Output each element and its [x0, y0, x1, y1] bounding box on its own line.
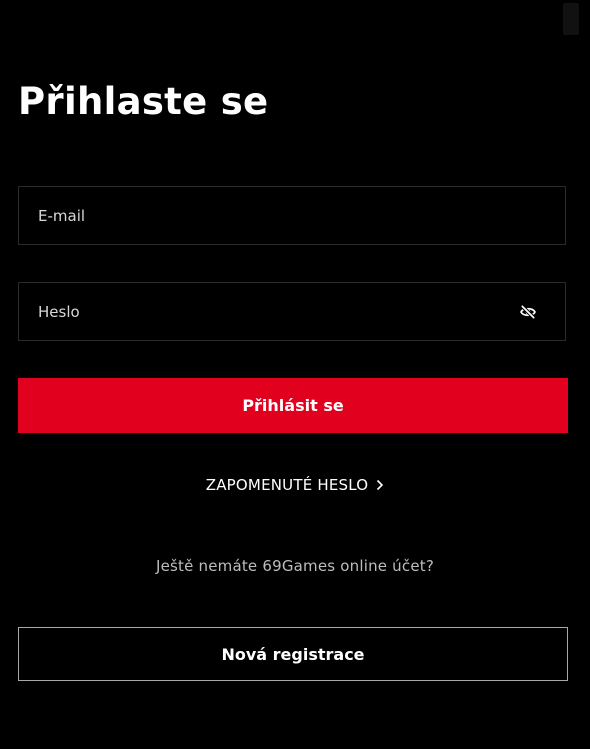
- chevron-right-icon: [376, 475, 384, 497]
- email-field-container: [18, 186, 566, 245]
- eye-off-icon[interactable]: [519, 303, 537, 321]
- login-button[interactable]: Přihlásit se: [18, 378, 568, 433]
- password-field-container: [18, 282, 566, 341]
- forgot-password-link[interactable]: ZAPOMENUTÉ HESLO: [0, 474, 590, 497]
- no-account-prompt: Ještě nemáte 69Games online účet?: [155, 557, 435, 575]
- page-title: Přihlaste se: [18, 80, 269, 123]
- email-input[interactable]: [19, 187, 565, 244]
- password-input[interactable]: [19, 283, 565, 340]
- forgot-password-label: ZAPOMENUTÉ HESLO: [205, 476, 369, 494]
- close-button[interactable]: [563, 3, 579, 35]
- register-button[interactable]: Nová registrace: [18, 627, 568, 681]
